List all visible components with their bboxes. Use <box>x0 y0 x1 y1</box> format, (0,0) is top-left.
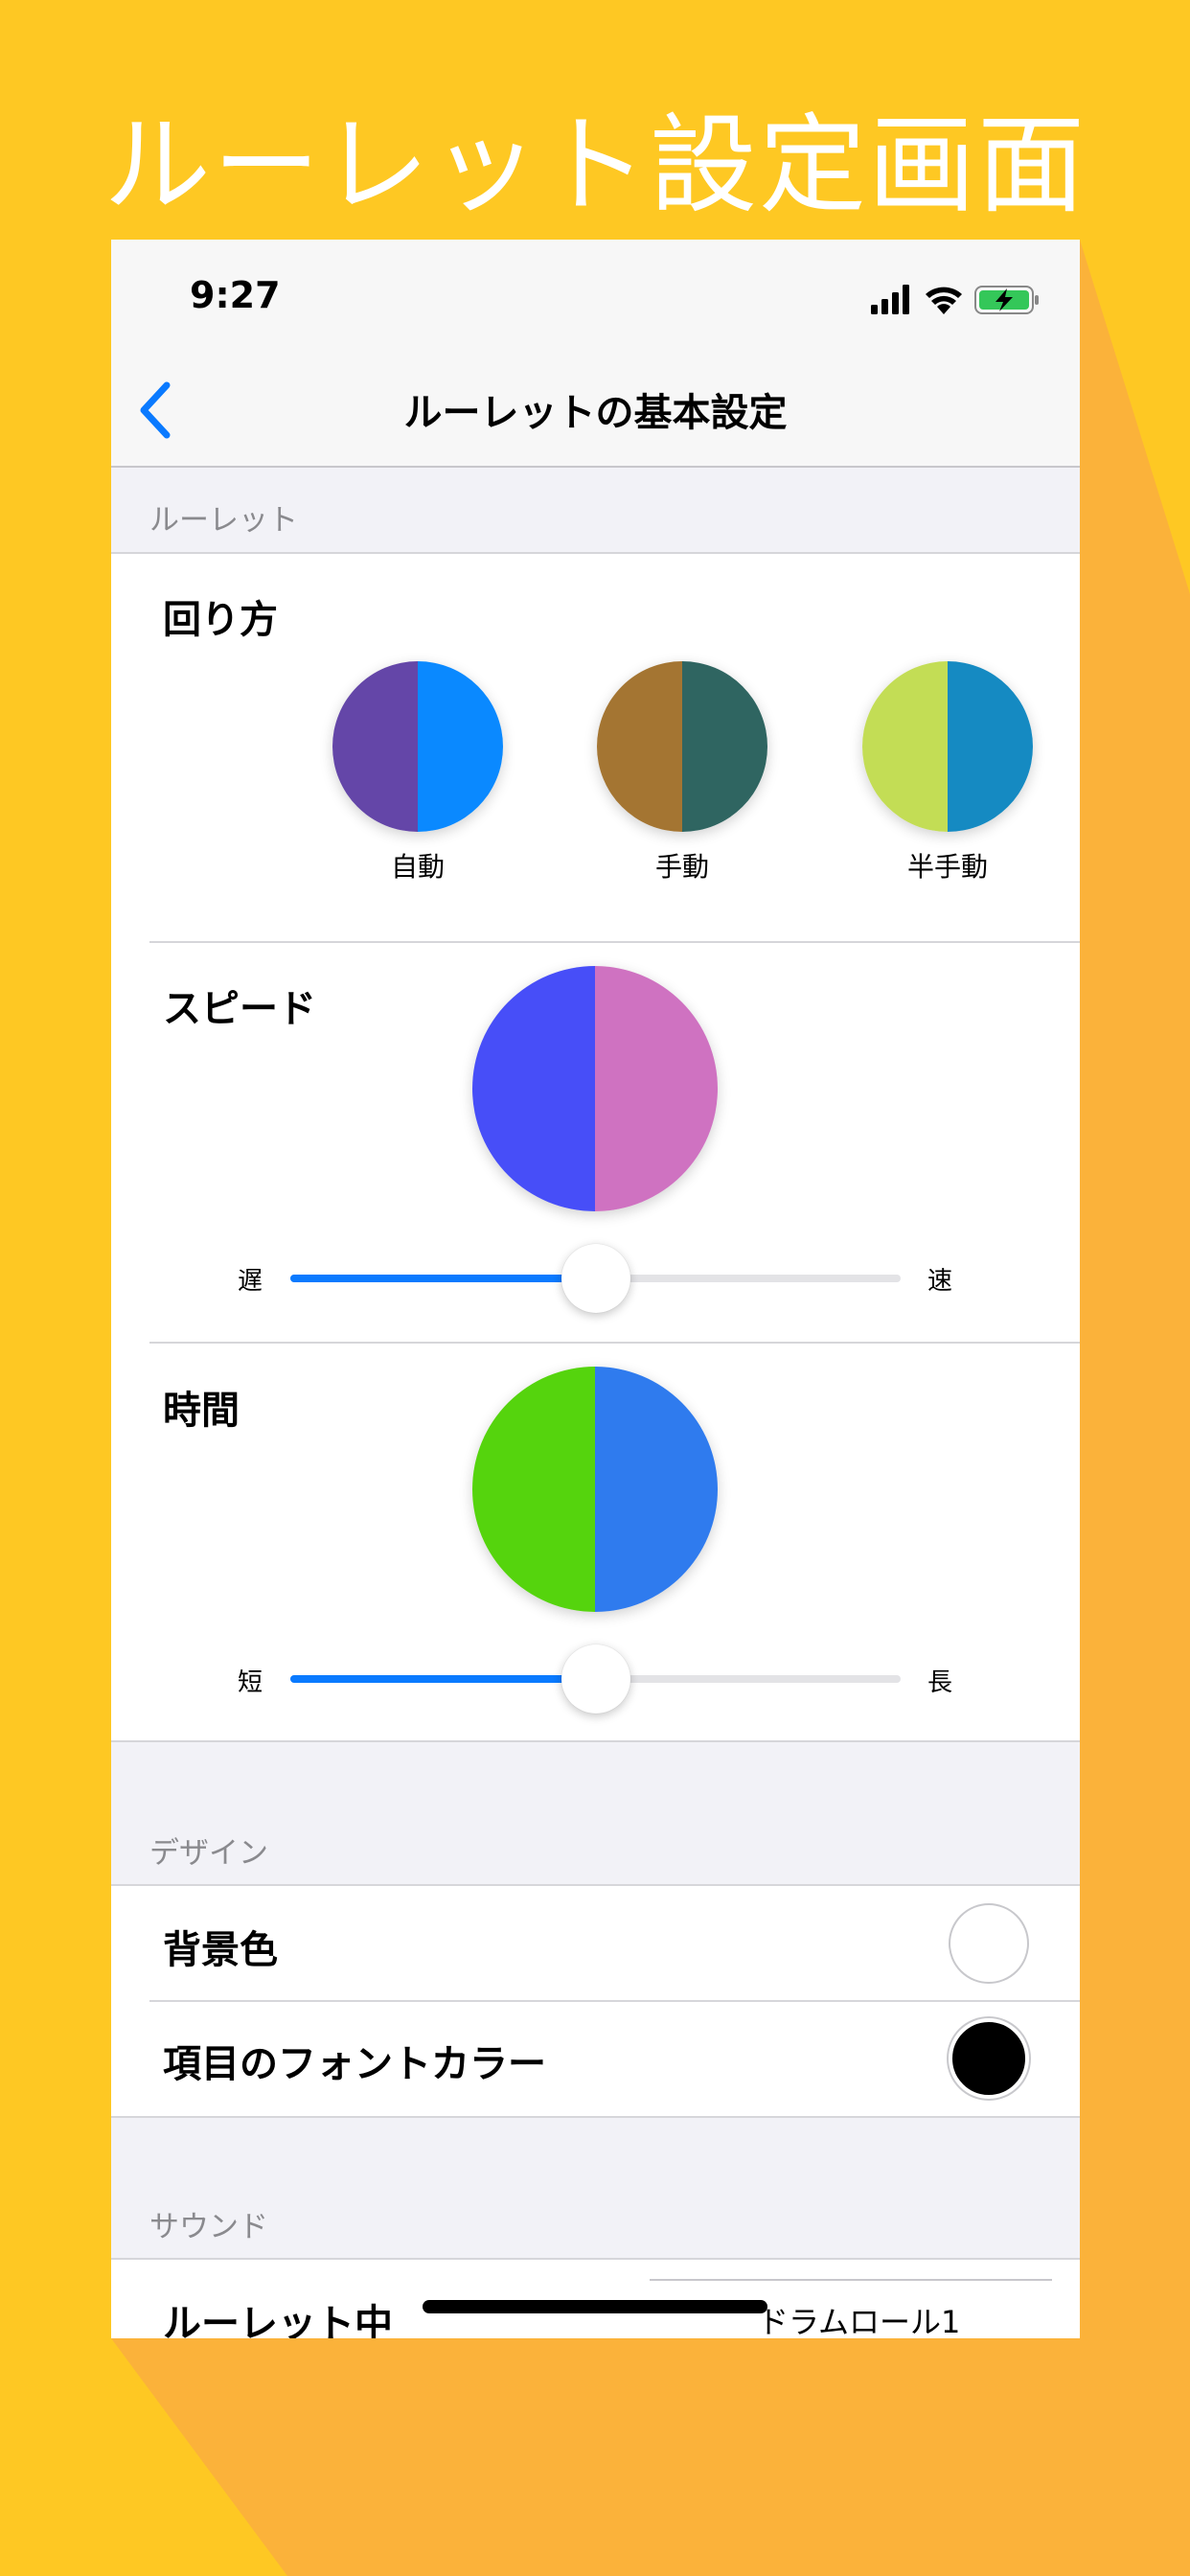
font-color-swatch[interactable] <box>949 2018 1029 2099</box>
spin-mode-auto-icon <box>332 661 503 832</box>
separator <box>149 1342 1080 1344</box>
spin-mode-semi-manual-icon <box>862 661 1033 832</box>
status-bar: 9:27 <box>111 240 1080 355</box>
speed-min-label: 遅 <box>238 1267 263 1296</box>
spin-mode-title: 回り方 <box>163 598 278 642</box>
font-color-label: 項目のフォントカラー <box>163 2042 546 2086</box>
time-slider-fill <box>290 1675 596 1683</box>
time-slider-thumb[interactable] <box>561 1644 630 1714</box>
spin-mode-auto-label: 自動 <box>390 851 445 883</box>
section-header-design: デザイン <box>149 1836 268 1871</box>
spin-mode-manual-label: 手動 <box>654 851 709 883</box>
separator <box>149 941 1080 943</box>
promo-title: ルーレット設定画面 <box>103 104 1087 228</box>
speed-title: スピード <box>163 987 316 1031</box>
time-preview-icon <box>472 1367 718 1612</box>
home-indicator <box>423 2300 767 2313</box>
speed-max-label: 速 <box>927 1267 953 1296</box>
speed-slider-fill <box>290 1275 596 1282</box>
section-header-sound: サウンド <box>149 2210 268 2244</box>
roulette-settings-group: 回り方 自動 手動 半手動 スピード 遅 速 時間 短 長 <box>111 552 1080 1742</box>
phone-screen: 9:27 ルーレットの基本設定 ルーレット 回り方 自動 手動 半手動 スピード… <box>111 240 1080 2338</box>
status-time: 9:27 <box>190 274 281 316</box>
nav-title: ルーレットの基本設定 <box>403 391 788 435</box>
sound-settings-group: ルーレット中 ドラムロール1 <box>111 2258 1080 2338</box>
spinning-sound-label: ルーレット中 <box>163 2302 393 2338</box>
wifi-icon <box>926 287 962 314</box>
time-title: 時間 <box>163 1389 240 1433</box>
speed-preview-icon <box>472 966 718 1211</box>
section-header-roulette: ルーレット <box>149 503 298 538</box>
background-color-label: 背景色 <box>163 1928 278 1972</box>
status-icons <box>871 285 1039 314</box>
spinning-sound-value: ドラムロール1 <box>758 2304 961 2338</box>
spin-mode-semi-manual-label: 半手動 <box>906 851 988 883</box>
separator <box>149 2000 1080 2002</box>
signal-icon <box>871 285 909 314</box>
time-slider[interactable] <box>290 1644 901 1714</box>
value-underline <box>650 2279 1052 2281</box>
time-max-label: 長 <box>927 1668 953 1697</box>
time-min-label: 短 <box>238 1668 263 1697</box>
background-color-swatch[interactable] <box>949 1903 1029 1984</box>
battery-charging-icon <box>974 286 1039 314</box>
speed-slider-thumb[interactable] <box>561 1244 630 1313</box>
design-settings-group: 背景色 項目のフォントカラー <box>111 1884 1080 2118</box>
spin-mode-manual-icon <box>597 661 767 832</box>
speed-slider[interactable] <box>290 1244 901 1313</box>
navigation-bar: ルーレットの基本設定 <box>111 355 1080 468</box>
